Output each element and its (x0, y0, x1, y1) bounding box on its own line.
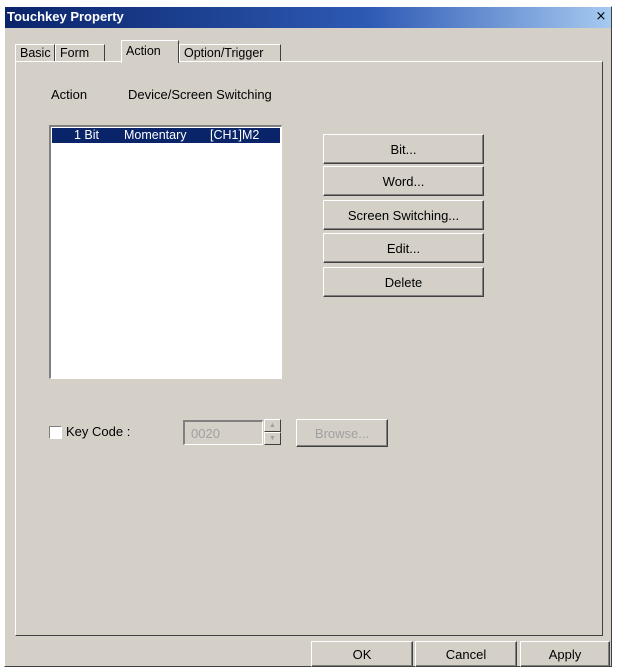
title-bar[interactable]: Touchkey Property × (5, 7, 611, 28)
bit-button[interactable]: Bit... (323, 134, 484, 164)
list-item-type: 1 Bit (74, 128, 100, 142)
cancel-button[interactable]: Cancel (415, 641, 517, 667)
ok-button[interactable]: OK (311, 641, 413, 667)
tab-basic[interactable]: Basic (15, 44, 55, 62)
list-item-device: [CH1]M2 (210, 128, 260, 142)
key-code-spin-down[interactable]: ▼ (264, 432, 281, 445)
tab-form[interactable]: Form (55, 44, 105, 62)
close-button[interactable]: × (593, 9, 609, 25)
key-code-input[interactable] (183, 420, 263, 445)
screen-switching-button[interactable]: Screen Switching... (323, 200, 484, 230)
word-button[interactable]: Word... (323, 166, 484, 196)
edit-button[interactable]: Edit... (323, 233, 484, 263)
key-code-checkbox[interactable] (49, 426, 62, 439)
delete-button[interactable]: Delete (323, 267, 484, 297)
tab-option-trigger[interactable]: Option/Trigger (179, 44, 281, 62)
action-list[interactable]: 1 Bit Momentary [CH1]M2 (49, 125, 282, 379)
column-header-action: Action (51, 87, 88, 102)
list-item[interactable]: 1 Bit Momentary [CH1]M2 (52, 128, 280, 143)
window-title: Touchkey Property (7, 9, 124, 24)
key-code-spin-up[interactable]: ▲ (264, 419, 281, 432)
apply-button[interactable]: Apply (520, 641, 610, 667)
touchkey-property-dialog: Touchkey Property × Basic Form Action Op… (4, 6, 612, 667)
key-code-label: Key Code : (66, 424, 131, 439)
browse-button[interactable]: Browse... (296, 419, 388, 447)
column-header-device-screen: Device/Screen Switching (128, 87, 272, 102)
list-item-mode: Momentary (124, 128, 187, 142)
tab-action[interactable]: Action (121, 40, 179, 63)
